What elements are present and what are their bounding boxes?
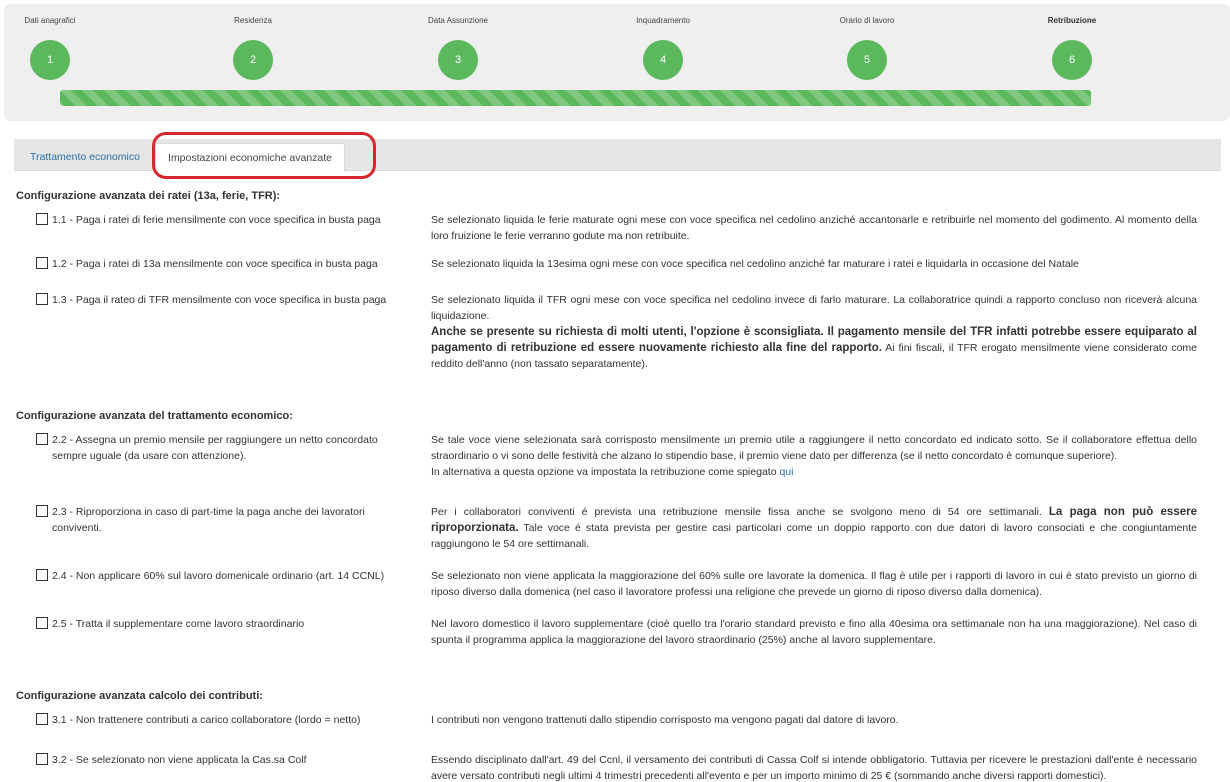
section-title-contributi: Configurazione avanzata calcolo dei cont…	[16, 690, 263, 702]
checkbox[interactable]	[36, 213, 48, 225]
step-label: Retribuzione	[1047, 16, 1097, 25]
tab-trattamento-economico[interactable]: Trattamento economico	[18, 143, 152, 172]
option-1-2-description: Se selezionato liquida la 13esima ogni m…	[431, 258, 1079, 270]
option-label: 2.2 - Assegna un premio mensile per ragg…	[52, 434, 378, 462]
checkbox[interactable]	[36, 753, 48, 765]
step-number[interactable]: 4	[643, 40, 683, 80]
option-label: 1.1 - Paga i ratei di ferie mensilmente …	[52, 214, 381, 226]
step-label: Data Assunzione	[427, 16, 489, 25]
description-text: Tale voce é stata prevista per gestire c…	[431, 522, 1197, 550]
option-2-5-description: Nel lavoro domestico il lavoro supplemen…	[431, 618, 1197, 646]
description-text: Se selezionato liquida il TFR ogni mese …	[431, 294, 1197, 322]
option-label: 3.2 - Se selezionato non viene applicata…	[52, 754, 307, 766]
checkbox[interactable]	[36, 617, 48, 629]
description-text: Per i collaboratori conviventi é previst…	[431, 506, 1049, 518]
option-3-1[interactable]: 3.1 - Non trattenere contributi a carico…	[36, 712, 406, 728]
option-1-2[interactable]: 1.2 - Paga i ratei di 13a mensilmente co…	[36, 256, 406, 272]
step-number[interactable]: 3	[438, 40, 478, 80]
wizard-step-2[interactable]: Residenza 2	[173, 16, 333, 80]
wizard-step-4[interactable]: Inquadramento 4	[583, 16, 743, 80]
section-title-trattamento: Configurazione avanzata del trattamento …	[16, 410, 293, 422]
checkbox[interactable]	[36, 569, 48, 581]
wizard-panel: Dati anagrafici 1 Residenza 2 Data Assun…	[4, 4, 1230, 121]
wizard-progress-bar	[60, 90, 1091, 106]
step-label: Orario di lavoro	[839, 16, 895, 25]
option-2-2[interactable]: 2.2 - Assegna un premio mensile per ragg…	[36, 432, 406, 464]
option-label: 3.1 - Non trattenere contributi a carico…	[52, 714, 361, 726]
option-label: 2.5 - Tratta il supplementare come lavor…	[52, 618, 305, 630]
wizard-step-6[interactable]: Retribuzione 6	[992, 16, 1152, 80]
description-text: Se tale voce viene selezionata sarà corr…	[431, 434, 1197, 462]
checkbox[interactable]	[36, 433, 48, 445]
option-2-4[interactable]: 2.4 - Non applicare 60% sul lavoro domen…	[36, 568, 406, 584]
option-2-3-description: Per i collaboratori conviventi é previst…	[431, 504, 1197, 552]
description-text: In alternativa a questa opzione va impos…	[431, 466, 780, 478]
option-2-4-description: Se selezionato non viene applicata la ma…	[431, 570, 1197, 598]
option-1-1-description: Se selezionato liquida le ferie maturate…	[431, 214, 1197, 242]
step-label: Inquadramento	[636, 16, 690, 25]
option-1-3[interactable]: 1.3 - Paga il rateo di TFR mensilmente c…	[36, 292, 406, 308]
section-title-ratei: Configurazione avanzata dei ratei (13a, …	[16, 190, 281, 202]
option-label: 2.4 - Non applicare 60% sul lavoro domen…	[52, 570, 385, 582]
qui-link[interactable]: qui	[779, 466, 793, 478]
option-2-2-description: Se tale voce viene selezionata sarà corr…	[431, 432, 1197, 480]
option-label: 1.3 - Paga il rateo di TFR mensilmente c…	[52, 294, 387, 306]
checkbox[interactable]	[36, 505, 48, 517]
step-number[interactable]: 5	[847, 40, 887, 80]
option-3-1-description: I contributi non vengono trattenuti dall…	[431, 714, 899, 726]
checkbox[interactable]	[36, 713, 48, 725]
option-label: 2.3 - Riproporziona in caso di part-time…	[52, 506, 365, 534]
checkbox[interactable]	[36, 293, 48, 305]
checkbox[interactable]	[36, 257, 48, 269]
wizard-step-3[interactable]: Data Assunzione 3	[378, 16, 538, 80]
step-label: Dati anagrafici	[24, 16, 76, 25]
step-number[interactable]: 1	[30, 40, 70, 80]
wizard-step-5[interactable]: Orario di lavoro 5	[787, 16, 947, 80]
option-2-3[interactable]: 2.3 - Riproporziona in caso di part-time…	[36, 504, 406, 536]
highlight-annotation	[152, 132, 376, 179]
option-1-1[interactable]: 1.1 - Paga i ratei di ferie mensilmente …	[36, 212, 406, 228]
step-label: Residenza	[234, 16, 272, 25]
option-3-2-description: Essendo disciplinato dall'art. 49 del Cc…	[431, 754, 1197, 782]
step-number[interactable]: 6	[1052, 40, 1092, 80]
option-3-2[interactable]: 3.2 - Se selezionato non viene applicata…	[36, 752, 406, 768]
option-2-5[interactable]: 2.5 - Tratta il supplementare come lavor…	[36, 616, 406, 632]
option-1-3-description: Se selezionato liquida il TFR ogni mese …	[431, 292, 1197, 372]
step-number[interactable]: 2	[233, 40, 273, 80]
option-label: 1.2 - Paga i ratei di 13a mensilmente co…	[52, 258, 378, 270]
wizard-step-1[interactable]: Dati anagrafici 1	[0, 16, 130, 80]
